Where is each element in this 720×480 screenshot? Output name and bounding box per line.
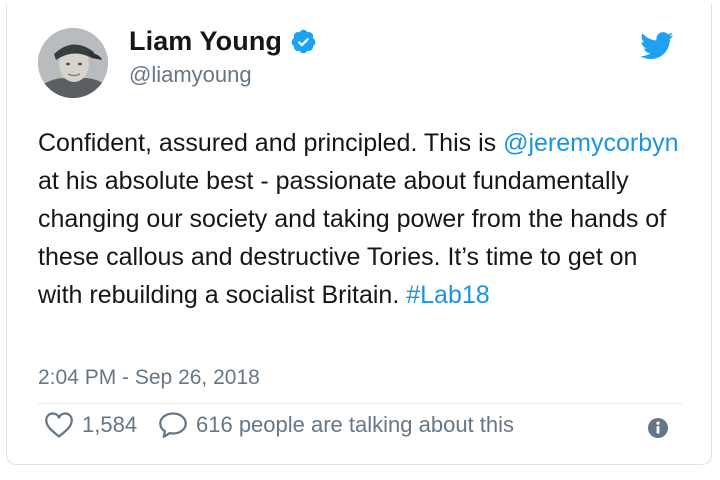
author-handle[interactable]: @liamyoung: [129, 62, 252, 88]
tweet-text-segment: Confident, assured and principled. This …: [38, 129, 504, 157]
info-icon[interactable]: [647, 417, 669, 439]
tweet-timestamp[interactable]: 2:04 PM - Sep 26, 2018: [38, 366, 260, 390]
author-avatar[interactable]: [38, 28, 108, 98]
conversation-button[interactable]: 616 people are talking about this: [158, 411, 514, 439]
like-button[interactable]: 1,584: [44, 411, 137, 439]
avatar-photo: [38, 28, 108, 98]
divider: [38, 403, 682, 404]
verified-badge-icon: [290, 28, 317, 55]
like-count: 1,584: [82, 412, 138, 437]
heart-icon: [44, 411, 74, 439]
tweet-text-segment: at his absolute best - passionate about …: [38, 167, 667, 309]
author-name-row[interactable]: Liam Young: [129, 26, 317, 57]
tweet-body: Confident, assured and principled. This …: [38, 124, 688, 314]
twitter-bird-icon[interactable]: [640, 32, 674, 60]
speech-bubble-icon: [158, 411, 188, 439]
hashtag-link[interactable]: #Lab18: [406, 281, 489, 309]
author-display-name[interactable]: Liam Young: [129, 26, 282, 57]
talking-count-text: 616 people are talking about this: [196, 412, 515, 437]
mention-link[interactable]: @jeremycorbyn: [503, 129, 678, 157]
